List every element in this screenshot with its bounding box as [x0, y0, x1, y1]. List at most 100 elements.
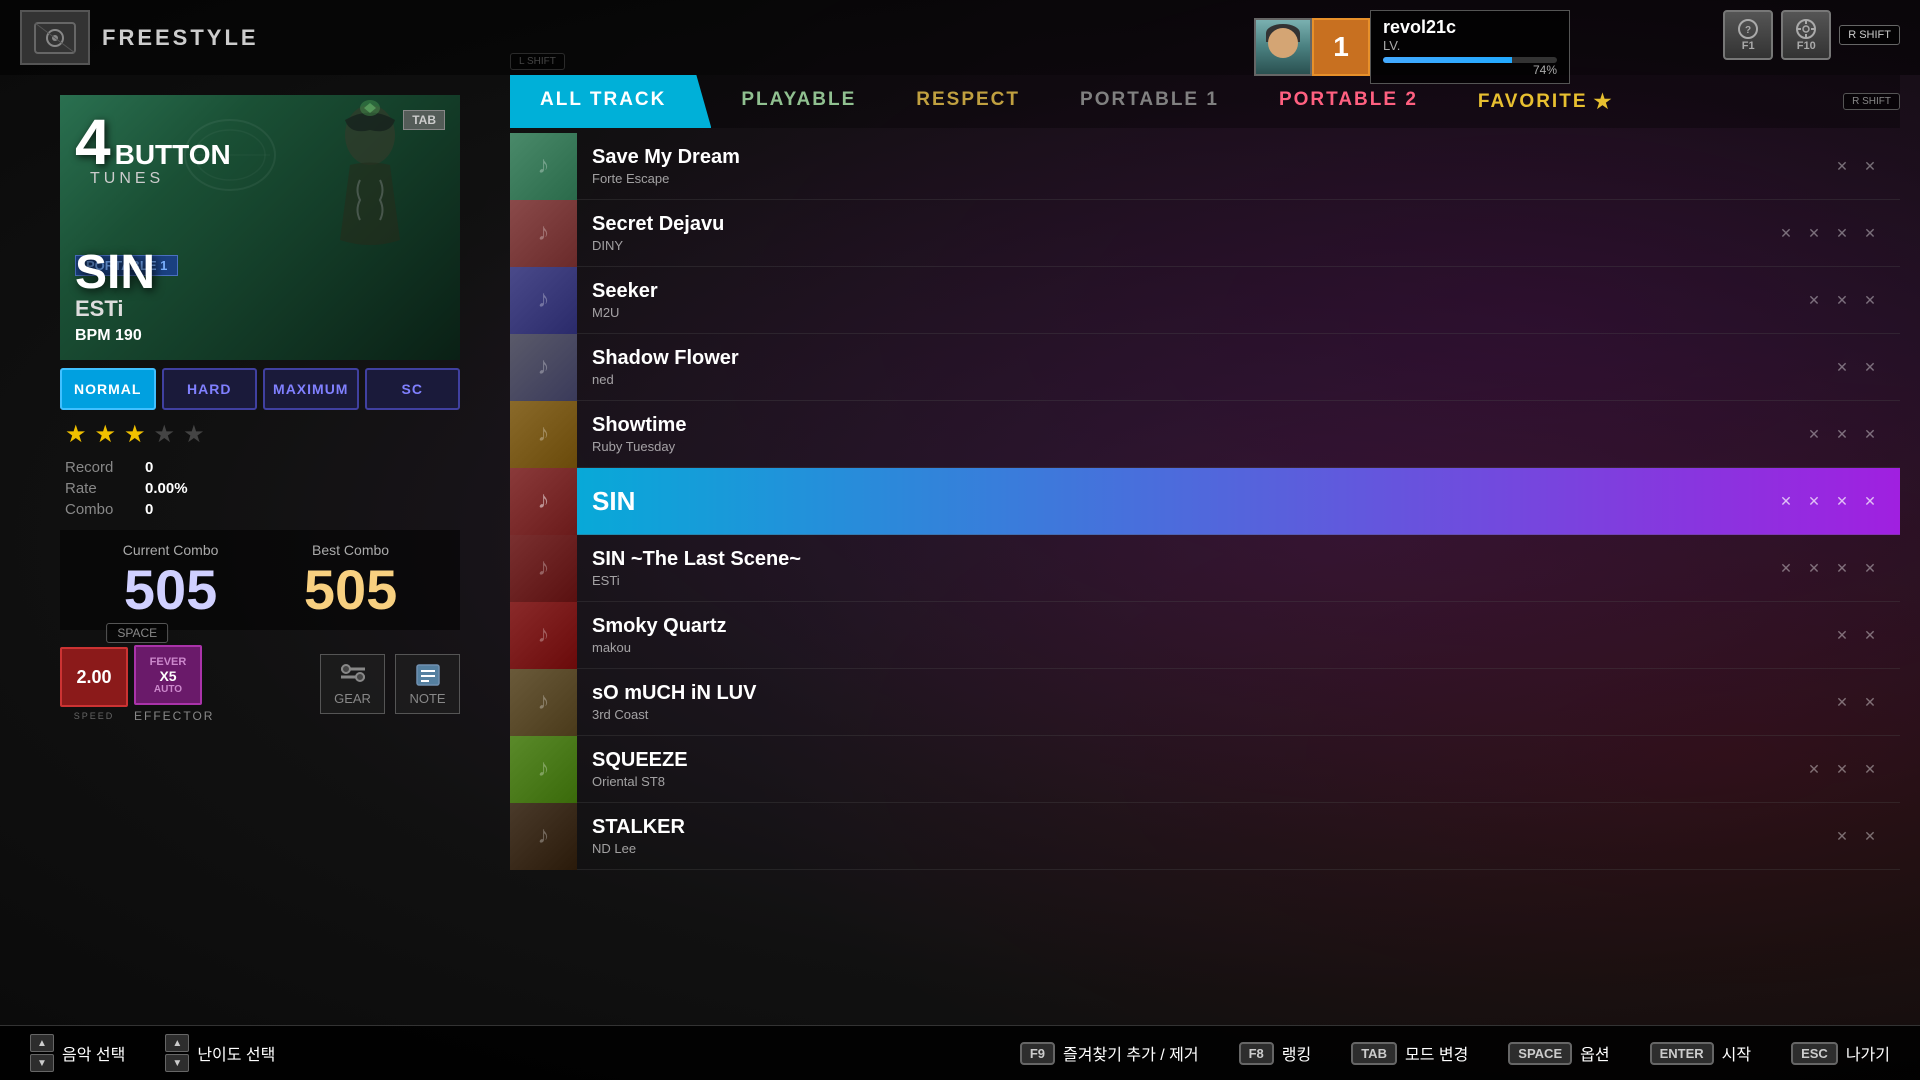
user-progress-text: 74% — [1383, 63, 1557, 77]
track-row[interactable]: ♪ STALKER ND Lee ✕ ✕ — [510, 803, 1900, 870]
track-row[interactable]: ♪ Secret Dejavu DINY ✕ ✕ ✕ ✕ — [510, 200, 1900, 267]
track-row[interactable]: ♪ SIN ~The Last Scene~ ESTi ✕ ✕ ✕ ✕ — [510, 535, 1900, 602]
x-mark[interactable]: ✕ — [1860, 223, 1880, 243]
top-right-buttons: ? F1 F10 R SHIFT — [1723, 10, 1900, 60]
x-mark[interactable]: ✕ — [1832, 290, 1852, 310]
track-thumbnail: ♪ — [510, 334, 577, 401]
x-mark[interactable]: ✕ — [1804, 491, 1824, 511]
bottom-space: SPACE 옵션 — [1508, 1041, 1609, 1065]
track-row[interactable]: ♪ Shadow Flower ned ✕ ✕ — [510, 334, 1900, 401]
diff-normal-btn[interactable]: NORMAL — [60, 368, 156, 410]
character-artwork — [290, 100, 450, 310]
x-mark[interactable]: ✕ — [1860, 491, 1880, 511]
start-label: 시작 — [1722, 1041, 1751, 1065]
x-mark[interactable]: ✕ — [1804, 290, 1824, 310]
x-mark[interactable]: ✕ — [1860, 156, 1880, 176]
x-mark[interactable]: ✕ — [1832, 491, 1852, 511]
bottom-controls: SPACE 2.00 SPEED FEVER X5 AUTO EFFECTOR — [60, 645, 460, 723]
x-mark[interactable]: ✕ — [1832, 558, 1852, 578]
esc-key: ESC — [1791, 1042, 1838, 1065]
rate-value: 0.00% — [145, 480, 455, 497]
x-mark[interactable]: ✕ — [1804, 759, 1824, 779]
diff-maximum-btn[interactable]: MAXIMUM — [263, 368, 359, 410]
track-x-marks: ✕ ✕ — [1832, 625, 1900, 645]
speed-button[interactable]: 2.00 — [60, 647, 128, 707]
x-mark[interactable]: ✕ — [1832, 759, 1852, 779]
f1-button[interactable]: ? F1 — [1723, 10, 1773, 60]
track-row-active[interactable]: ♪ SIN ✕ ✕ ✕ ✕ — [510, 468, 1900, 535]
x-mark[interactable]: ✕ — [1776, 558, 1796, 578]
stats-grid: Record 0 Rate 0.00% Combo 0 — [60, 459, 460, 518]
tab-playable[interactable]: PLAYABLE — [711, 75, 886, 128]
x-mark[interactable]: ✕ — [1804, 223, 1824, 243]
track-row[interactable]: ♪ Smoky Quartz makou ✕ ✕ — [510, 602, 1900, 669]
tab-all-track[interactable]: ALL TRACK — [510, 75, 711, 128]
track-number-badge: 4 BUTTON TUNES — [75, 110, 231, 174]
x-mark[interactable]: ✕ — [1860, 290, 1880, 310]
track-artist: ned — [592, 372, 1817, 387]
user-name: revol21c — [1383, 17, 1557, 38]
note-button[interactable]: NOTE — [395, 654, 460, 714]
track-x-marks: ✕ ✕ ✕ ✕ — [1776, 491, 1900, 511]
arrow-keys-row-2: ▼ — [165, 1054, 189, 1072]
f9-key: F9 — [1020, 1042, 1055, 1065]
track-name: Seeker — [592, 280, 1789, 303]
x-mark[interactable]: ✕ — [1860, 826, 1880, 846]
x-mark[interactable]: ✕ — [1860, 692, 1880, 712]
current-combo-label: Current Combo — [123, 542, 219, 558]
track-row[interactable]: ♪ Seeker M2U ✕ ✕ ✕ — [510, 267, 1900, 334]
best-combo-value: 505 — [304, 562, 397, 618]
diff-sc-btn[interactable]: SC — [365, 368, 461, 410]
track-x-marks: ✕ ✕ ✕ — [1804, 424, 1900, 444]
best-combo-label: Best Combo — [304, 542, 397, 558]
difficulty-select-label: 난이도 선택 — [197, 1041, 275, 1065]
track-thumbnail: ♪ — [510, 736, 577, 803]
track-x-marks: ✕ ✕ — [1832, 357, 1900, 377]
x-mark[interactable]: ✕ — [1832, 357, 1852, 377]
track-row[interactable]: ♪ Save My Dream Forte Escape ✕ ✕ — [510, 133, 1900, 200]
x-mark[interactable]: ✕ — [1804, 424, 1824, 444]
track-artist: ESTi — [592, 573, 1761, 588]
f10-button[interactable]: F10 — [1781, 10, 1831, 60]
track-thumbnail: ♪ — [510, 468, 577, 535]
x-mark[interactable]: ✕ — [1832, 692, 1852, 712]
x-mark[interactable]: ✕ — [1832, 826, 1852, 846]
x-mark[interactable]: ✕ — [1776, 491, 1796, 511]
track-name: sO mUCH iN LUV — [592, 682, 1817, 705]
x-mark[interactable]: ✕ — [1776, 223, 1796, 243]
x-mark[interactable]: ✕ — [1832, 156, 1852, 176]
star-5: ★ — [183, 420, 205, 449]
track-info: Showtime Ruby Tuesday — [577, 414, 1804, 454]
track-name: Shadow Flower — [592, 347, 1817, 370]
bottom-tab: TAB 모드 변경 — [1351, 1041, 1468, 1065]
tab-respect[interactable]: RESPECT — [886, 75, 1050, 128]
option-label: 옵션 — [1580, 1041, 1609, 1065]
track-row[interactable]: ♪ Showtime Ruby Tuesday ✕ ✕ ✕ — [510, 401, 1900, 468]
gear-button[interactable]: GEAR — [320, 654, 385, 714]
current-combo-col: Current Combo 505 — [123, 542, 219, 618]
music-select-label: 음악 선택 — [62, 1041, 125, 1065]
x-mark[interactable]: ✕ — [1832, 625, 1852, 645]
track-x-marks: ✕ ✕ ✕ ✕ — [1776, 223, 1900, 243]
tab-portable1[interactable]: PORTABLE 1 — [1050, 75, 1249, 128]
x-mark[interactable]: ✕ — [1804, 558, 1824, 578]
x-mark[interactable]: ✕ — [1860, 424, 1880, 444]
track-x-marks: ✕ ✕ — [1832, 692, 1900, 712]
x-mark[interactable]: ✕ — [1860, 357, 1880, 377]
x-mark[interactable]: ✕ — [1860, 625, 1880, 645]
track-thumbnail: ♪ — [510, 803, 577, 870]
x-mark[interactable]: ✕ — [1832, 424, 1852, 444]
diff-hard-btn[interactable]: HARD — [162, 368, 258, 410]
x-mark[interactable]: ✕ — [1860, 759, 1880, 779]
x-mark[interactable]: ✕ — [1860, 558, 1880, 578]
track-row[interactable]: ♪ SQUEEZE Oriental ST8 ✕ ✕ ✕ — [510, 736, 1900, 803]
arrow-keys-2: ▲ ▼ — [165, 1034, 189, 1072]
user-level: 1 — [1333, 31, 1349, 63]
mode-change-label: 모드 변경 — [1405, 1041, 1468, 1065]
current-track-title: SIN — [75, 245, 155, 300]
x-mark[interactable]: ✕ — [1832, 223, 1852, 243]
track-row[interactable]: ♪ sO mUCH iN LUV 3rd Coast ✕ ✕ — [510, 669, 1900, 736]
fever-button[interactable]: FEVER X5 AUTO — [134, 645, 202, 705]
logo-icon — [20, 10, 90, 65]
arrow-keys: ▲ ▼ — [30, 1034, 54, 1072]
